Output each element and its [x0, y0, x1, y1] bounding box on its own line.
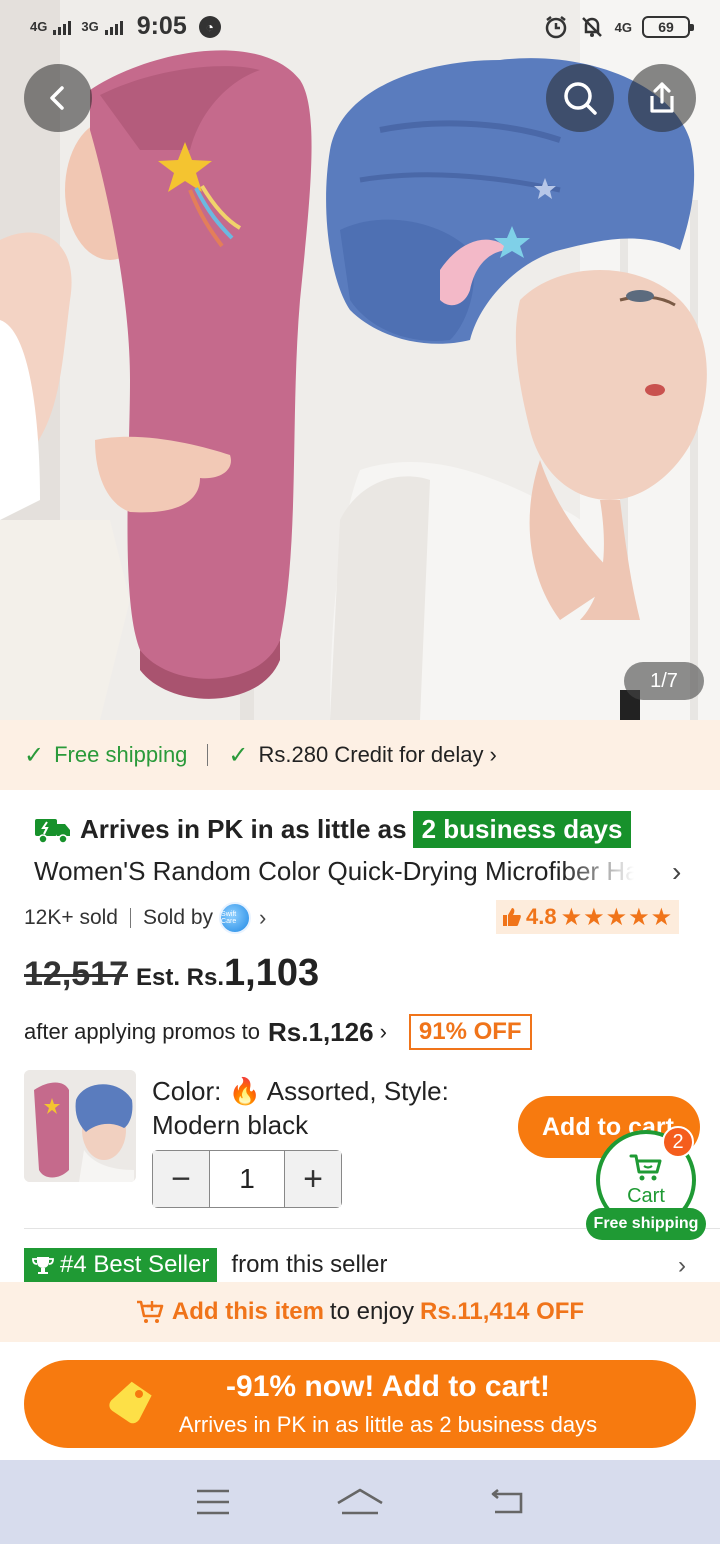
chevron-right-icon[interactable]: ›: [672, 856, 681, 888]
chevron-right-icon: ›: [489, 742, 497, 767]
seller-logo[interactable]: Swift Care: [219, 902, 252, 934]
check-icon: ✓: [24, 741, 45, 769]
divider: [130, 908, 131, 928]
promo-price: Rs.1,126: [268, 1016, 374, 1047]
chevron-left-icon: [50, 86, 64, 110]
cta-subline: Arrives in PK in as little as 2 business…: [178, 1412, 598, 1437]
promo-text: after applying promos to: [24, 1019, 261, 1044]
back-icon: [491, 1488, 522, 1514]
business-days-badge: 2 business days: [412, 810, 632, 848]
price-row: 12,517 Est. Rs. 1,103: [24, 952, 319, 1004]
shipping-bar[interactable]: ✓ Free shipping ✓ Rs.280 Credit for dela…: [0, 720, 720, 790]
notification-icon: ◔: [198, 15, 221, 38]
back-button[interactable]: [24, 64, 92, 132]
thumbs-up-icon: [503, 908, 521, 926]
best-seller-badge: #4 Best Seller: [24, 1248, 218, 1282]
cart-free-shipping-badge: Free shipping: [586, 1208, 706, 1240]
alarm-icon: [543, 14, 569, 40]
style-value: Modern black: [152, 1110, 309, 1140]
share-icon: [650, 82, 674, 113]
best-seller-label: #4 Best Seller: [60, 1251, 210, 1278]
product-image-gallery[interactable]: 4G 3G 9:05 ◔ 4G 69 1/7: [0, 0, 720, 720]
variant-selection[interactable]: Color: 🔥 Assorted, Style: Modern black: [152, 1074, 492, 1142]
check-icon: ✓: [228, 741, 249, 769]
towel-thumbnail-image: [24, 1070, 136, 1182]
clock: 9:05: [136, 12, 187, 40]
free-shipping-label: Free shipping: [54, 742, 188, 767]
color-value: Assorted, Style:: [266, 1076, 449, 1106]
add-item-promo-bar[interactable]: Add this item to enjoy Rs.11,414 OFF: [0, 1282, 720, 1342]
to-enjoy-label: to enjoy: [329, 1298, 414, 1325]
variant-thumbnail[interactable]: [24, 1070, 136, 1182]
menu-icon: [197, 1489, 230, 1515]
delay-credit-label: Rs.280 Credit for delay: [258, 742, 484, 767]
search-icon: [564, 82, 597, 115]
home-button[interactable]: [330, 1472, 390, 1532]
network-label-2: 3G: [81, 19, 99, 34]
image-counter: 1/7: [624, 662, 704, 700]
cart-count-badge: 2: [662, 1126, 694, 1158]
add-item-label: Add this item: [171, 1298, 324, 1325]
sold-by-label: Sold by: [143, 906, 214, 929]
arrives-text: Arrives in PK in as little as: [80, 813, 407, 844]
back-nav-button[interactable]: [477, 1472, 537, 1532]
decrease-button[interactable]: −: [153, 1151, 209, 1207]
promo-row[interactable]: after applying promos to Rs.1,126 › 91% …: [24, 1012, 532, 1052]
mute-icon: [579, 14, 605, 40]
quantity-stepper[interactable]: − 1 +: [152, 1150, 342, 1208]
color-label: Color:: [152, 1076, 222, 1106]
current-price: 1,103: [224, 952, 320, 994]
sales-seller-row: 12K+ sold Sold by Swift Care ›: [24, 900, 266, 936]
chevron-right-icon[interactable]: ›: [678, 1252, 686, 1280]
signal-icon: [53, 19, 72, 35]
truck-icon: [35, 819, 70, 844]
delivery-estimate: Arrives in PK in as little as 2 business…: [34, 808, 632, 850]
best-seller-text: from this seller: [231, 1251, 388, 1278]
network-label: 4G: [30, 19, 48, 34]
star-rating-icon: ★★★★★: [560, 903, 674, 931]
original-price: 12,517: [24, 955, 128, 993]
increase-button[interactable]: +: [285, 1151, 341, 1207]
cart-plus-icon: [136, 1300, 164, 1323]
est-label: Est. Rs.: [136, 964, 225, 991]
system-nav-bar: [0, 1460, 720, 1544]
chevron-right-icon: ›: [379, 1019, 387, 1044]
quantity-value[interactable]: 1: [209, 1151, 285, 1207]
rating-badge[interactable]: 4.8 ★★★★★: [496, 900, 680, 934]
search-button[interactable]: [546, 64, 614, 132]
signal-icon-2: [104, 19, 123, 35]
product-title[interactable]: Women'S Random Color Quick-Drying Microf…: [34, 856, 634, 887]
menu-button[interactable]: [183, 1472, 243, 1532]
best-seller-row[interactable]: #4 Best Seller from this seller: [24, 1248, 387, 1282]
divider: [207, 744, 209, 766]
flame-icon: 🔥: [228, 1076, 261, 1106]
chevron-right-icon[interactable]: ›: [259, 905, 266, 931]
cta-headline: -91% now! Add to cart!: [226, 1370, 550, 1403]
share-button[interactable]: [628, 64, 696, 132]
rating-value: 4.8: [526, 904, 557, 929]
cart-icon: [629, 1154, 662, 1180]
add-to-cart-cta-button[interactable]: -91% now! Add to cart! Arrives in PK in …: [24, 1360, 696, 1448]
trophy-icon: [32, 1257, 54, 1274]
discount-badge: 91% OFF: [408, 1014, 532, 1050]
savings-amount: Rs.11,414 OFF: [419, 1298, 585, 1325]
network-label-3: 4G: [614, 19, 632, 35]
battery-icon: 69: [642, 16, 694, 38]
cart-label: Cart: [627, 1184, 665, 1207]
home-icon: [337, 1488, 383, 1515]
sold-count: 12K+ sold: [24, 906, 118, 929]
status-bar: 4G 3G 9:05 ◔ 4G 69: [0, 0, 720, 56]
